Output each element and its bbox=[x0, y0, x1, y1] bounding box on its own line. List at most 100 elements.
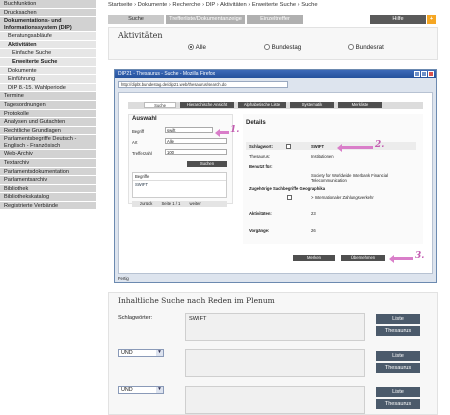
radio-bundesrat-icon[interactable] bbox=[348, 44, 354, 51]
thesaurus-value: Institutionen bbox=[311, 154, 334, 159]
aktivitaeten-title: Aktivitäten bbox=[118, 31, 163, 40]
details-title: Details bbox=[246, 120, 266, 126]
sidebar-item-dokumente[interactable]: Dokumente bbox=[0, 66, 96, 76]
sidebar-item-analysen[interactable]: Analysen und Gutachten bbox=[0, 118, 96, 127]
pager-seite: Seite 1 / 1 bbox=[161, 201, 181, 206]
sidebar-item-protokolle[interactable]: Protokolle bbox=[0, 109, 96, 119]
minimize-icon[interactable] bbox=[414, 71, 420, 77]
radio-alle[interactable]: Alle bbox=[188, 44, 206, 51]
annotation-1: 1. bbox=[230, 125, 240, 135]
benutzt-value: Society for Worldwide Interbank Financia… bbox=[311, 173, 388, 183]
close-icon[interactable] bbox=[428, 71, 434, 77]
annotation-arrow-3 bbox=[389, 254, 413, 263]
begriffe-header: Begriffe bbox=[133, 173, 226, 181]
vorgaenge-count: 26 bbox=[311, 228, 316, 233]
sidebar-item-einfuehrung[interactable]: Einführung bbox=[0, 75, 96, 84]
radio-bundestag-icon[interactable] bbox=[264, 44, 270, 51]
sidebar-item-drucksachen[interactable]: Drucksachen bbox=[0, 8, 96, 18]
sidebar-item-aktivitaeten[interactable]: Aktivitäten bbox=[0, 40, 96, 50]
sidebar-item-dip-wahlperiode[interactable]: DIP 8.-15. Wahlperiode bbox=[0, 83, 96, 93]
auswahl-title: Auswahl bbox=[132, 116, 157, 122]
sidebar-item-parlamentsdokumentation[interactable]: Parlamentsdokumentation bbox=[0, 167, 96, 177]
sidebar-item-termine[interactable]: Termine bbox=[0, 92, 96, 101]
schlagwort-checkbox[interactable] bbox=[286, 144, 291, 149]
liste-button-3[interactable]: Liste bbox=[376, 387, 420, 397]
window-controls bbox=[414, 71, 434, 77]
pager-zurueck[interactable]: zurück bbox=[140, 201, 152, 206]
sidebar-item-textarchiv[interactable]: Textarchiv bbox=[0, 158, 96, 168]
radio-alle-icon[interactable] bbox=[188, 44, 194, 51]
begriffe-list: Begriffe SWIFT bbox=[132, 172, 227, 198]
merken-button[interactable]: Merken bbox=[293, 255, 335, 261]
trefferzahl-label: Trefferzahl bbox=[132, 151, 152, 156]
sidebar-item-parlamentsarchiv[interactable]: Parlamentsarchiv bbox=[0, 176, 96, 185]
radio-bundesrat[interactable]: Bundesrat bbox=[348, 44, 384, 51]
popup-tab-systematik[interactable]: Systematik bbox=[290, 102, 334, 108]
schlagwoerter-field-3[interactable] bbox=[185, 386, 365, 414]
sidebar-item-bibliothekskatalog[interactable]: Bibliothekskatalog bbox=[0, 193, 96, 202]
trefferzahl-select[interactable]: 100 bbox=[165, 149, 227, 155]
schlagwort-value: SWIFT bbox=[311, 144, 325, 149]
hilfe-plus-button[interactable]: + bbox=[427, 15, 436, 24]
schlagwoerter-label: Schlagwörter: bbox=[118, 315, 153, 321]
thesaurus-button-3[interactable]: Thesaurus bbox=[376, 399, 420, 409]
sidebar-item-dip[interactable]: Dokumentations- und Informationssystem (… bbox=[0, 17, 96, 33]
sidebar: Buchfunktion Drucksachen Dokumentations-… bbox=[0, 0, 96, 415]
sidebar-item-erweiterte-suche[interactable]: Erweiterte Suche bbox=[0, 57, 96, 67]
radio-bundestag[interactable]: Bundestag bbox=[264, 44, 301, 51]
schlagwoerter-field-1[interactable]: SWIFT bbox=[185, 313, 365, 341]
schlagwoerter-field-2[interactable] bbox=[185, 349, 365, 377]
uebernehmen-button[interactable]: Übernehmen bbox=[341, 255, 385, 261]
begriffe-item[interactable]: SWIFT bbox=[133, 181, 226, 188]
sidebar-item-rechtliche-grundlagen[interactable]: Rechtliche Grundlagen bbox=[0, 126, 96, 136]
popup-tabs: Suche Hierarchische Ansicht Alphabetisch… bbox=[128, 102, 423, 109]
popup-tab-merkliste[interactable]: Merkliste bbox=[338, 102, 382, 108]
sidebar-item-parlamentsbegriffe[interactable]: Parlamentsbegriffe Deutsch - Englisch - … bbox=[0, 135, 96, 151]
inhalt-title: Inhaltliche Suche nach Reden im Plenum bbox=[118, 296, 275, 305]
tab-trefferliste[interactable]: Trefferliste/Dokumentanzeige bbox=[166, 15, 245, 24]
begriff-input[interactable]: swift bbox=[165, 127, 213, 133]
sidebar-item-einfache-suche[interactable]: Einfache Suche bbox=[0, 49, 96, 58]
begriff-label: Begriff bbox=[132, 129, 145, 134]
popup-tab-suche[interactable]: Suche bbox=[144, 102, 176, 108]
popup-titlebar: DIP21 - Thesaurus - Suche - Mozilla Fire… bbox=[115, 70, 436, 78]
tab-suche[interactable]: Suche bbox=[108, 15, 164, 24]
operator-select-1[interactable]: UND ▼ bbox=[118, 349, 164, 357]
zugehoerige-value[interactable]: > Internationaler Zahlungsverkehr bbox=[311, 195, 374, 200]
schlagwort-label: Schlagwort: bbox=[249, 144, 273, 149]
thesaurus-button-1[interactable]: Thesaurus bbox=[376, 326, 420, 336]
popup-tab-alphabetisch[interactable]: Alphabetische Liste bbox=[238, 102, 286, 108]
aktivitaeten-count-label: Aktivitäten: bbox=[249, 211, 272, 216]
art-select[interactable]: Alle bbox=[165, 138, 227, 144]
tab-hilfe[interactable]: Hilfe bbox=[370, 15, 426, 24]
thesaurus-popup-window: DIP21 - Thesaurus - Suche - Mozilla Fire… bbox=[114, 69, 437, 283]
zugehoerige-checkbox[interactable] bbox=[287, 195, 292, 200]
suchen-button[interactable]: Suchen bbox=[187, 161, 227, 167]
annotation-3: 3. bbox=[415, 251, 425, 261]
sidebar-item-bibliothek[interactable]: Bibliothek bbox=[0, 184, 96, 194]
liste-button-2[interactable]: Liste bbox=[376, 351, 420, 361]
art-label: Art bbox=[132, 140, 138, 145]
sidebar-item-beratungsablaeufe[interactable]: Beratungsabläufe bbox=[0, 32, 96, 41]
sidebar-item-tagesordnungen[interactable]: Tagesordnungen bbox=[0, 100, 96, 110]
zugehoerige-label: Zugehörige Sachbegriffe Geographika bbox=[249, 186, 326, 191]
liste-button-1[interactable]: Liste bbox=[376, 314, 420, 324]
chevron-down-icon: ▼ bbox=[156, 350, 163, 356]
tab-einzeltreffer[interactable]: Einzeltreffer bbox=[247, 15, 303, 24]
annotation-2: 2. bbox=[375, 140, 385, 150]
benutzt-label: Benutzt für: bbox=[249, 164, 273, 169]
sidebar-item-registrierte-verbaende[interactable]: Registrierte Verbände bbox=[0, 201, 96, 211]
breadcrumb: Startseite › Dokumente › Recherche › DIP… bbox=[108, 2, 318, 8]
maximize-icon[interactable] bbox=[421, 71, 427, 77]
pager-weiter[interactable]: weiter bbox=[190, 201, 201, 206]
popup-tab-hierarchisch[interactable]: Hierarchische Ansicht bbox=[180, 102, 234, 108]
aktivitaeten-count: 23 bbox=[311, 211, 316, 216]
sidebar-item-web-archiv[interactable]: Web-Archiv bbox=[0, 150, 96, 159]
url-bar[interactable]: http://dipbt.bundestag.de/dip21.web/thes… bbox=[118, 81, 288, 88]
thesaurus-button-2[interactable]: Thesaurus bbox=[376, 363, 420, 373]
vorgaenge-label: Vorgänge: bbox=[249, 228, 270, 233]
thesaurus-label: Thesaurus: bbox=[249, 154, 270, 159]
operator-select-2[interactable]: UND ▼ bbox=[118, 386, 164, 394]
begriffe-pager: zurück Seite 1 / 1 weiter bbox=[132, 201, 227, 207]
sidebar-item-buchfunktion[interactable]: Buchfunktion bbox=[0, 0, 96, 9]
